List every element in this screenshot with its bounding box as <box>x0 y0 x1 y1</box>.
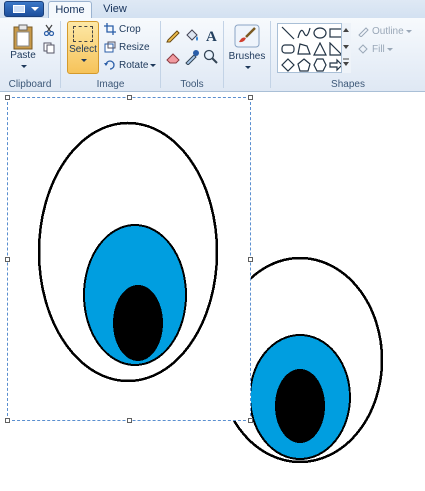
chevron-down-icon <box>21 64 27 68</box>
brushes-button[interactable]: Brushes <box>228 22 266 74</box>
gallery-scroll-arrows-icon <box>343 28 349 66</box>
selection-handle-right[interactable] <box>248 257 253 262</box>
pencil-icon[interactable] <box>165 27 181 43</box>
paint-menu-icon <box>13 5 25 13</box>
tab-view[interactable]: View <box>96 1 134 18</box>
fill-button[interactable]: Fill <box>357 42 393 58</box>
resize-icon <box>104 41 116 53</box>
brush-icon <box>234 24 260 48</box>
image-group: Select Crop Resize Rotate Image <box>61 18 160 91</box>
tools-group: A Tools <box>161 18 223 91</box>
selection-handle-top[interactable] <box>127 95 132 100</box>
fill-label: Fill <box>372 44 385 55</box>
selection-rectangle[interactable] <box>7 97 251 421</box>
crop-button[interactable]: Crop <box>104 22 141 38</box>
select-label: Select <box>69 44 97 55</box>
clipboard-group: Paste Clipboard <box>0 18 60 91</box>
chevron-down-icon <box>386 47 393 51</box>
cut-icon[interactable] <box>43 24 55 36</box>
paste-label: Paste <box>10 50 36 61</box>
select-button[interactable]: Select <box>67 21 99 74</box>
rotate-button[interactable]: Rotate <box>104 58 157 74</box>
chevron-down-icon <box>150 63 157 67</box>
rotate-label: Rotate <box>119 60 149 71</box>
resize-label: Resize <box>119 42 150 53</box>
shapes-gallery-scroll[interactable] <box>341 23 351 73</box>
ribbon-tab-strip: Home View <box>0 0 425 19</box>
paste-icon <box>13 24 33 50</box>
crop-icon <box>104 23 116 36</box>
magnifier-icon[interactable] <box>203 49 219 65</box>
polygon-shape-icon[interactable] <box>297 42 311 56</box>
diamond-shape-icon[interactable] <box>281 58 295 72</box>
chevron-down-icon <box>31 7 39 11</box>
brushes-group: Brushes <box>224 18 270 91</box>
tab-home[interactable]: Home <box>48 1 92 18</box>
selection-handle-left[interactable] <box>5 257 10 262</box>
hexagon-shape-icon[interactable] <box>313 58 327 72</box>
chevron-down-icon <box>81 58 87 62</box>
select-icon <box>73 26 93 42</box>
chevron-down-icon <box>245 65 251 69</box>
selection-handle-top-left[interactable] <box>5 95 10 100</box>
line-shape-icon[interactable] <box>281 26 295 40</box>
paste-button[interactable]: Paste <box>6 22 40 74</box>
text-icon[interactable]: A <box>203 27 219 43</box>
shapes-group-label: Shapes <box>331 79 365 90</box>
pentagon-shape-icon[interactable] <box>297 58 311 72</box>
outline-icon <box>358 27 369 38</box>
chevron-down-icon <box>405 29 412 33</box>
tools-group-label: Tools <box>180 79 204 90</box>
clipboard-group-label: Clipboard <box>8 79 52 90</box>
rounded-rectangle-shape-icon[interactable] <box>281 42 295 56</box>
right-eye-pupil <box>275 369 325 443</box>
fill-icon <box>358 44 368 55</box>
outline-label: Outline <box>372 26 404 37</box>
selection-handle-top-right[interactable] <box>248 95 253 100</box>
oval-shape-icon[interactable] <box>313 26 327 40</box>
color-picker-icon[interactable] <box>184 49 200 65</box>
selection-handle-bottom[interactable] <box>127 418 132 423</box>
selection-handle-bottom-right[interactable] <box>248 418 253 423</box>
eraser-icon[interactable] <box>165 49 181 65</box>
copy-icon[interactable] <box>43 42 55 54</box>
paint-menu-button[interactable] <box>4 1 44 17</box>
selection-handle-bottom-left[interactable] <box>5 418 10 423</box>
fill-bucket-icon[interactable] <box>184 27 200 43</box>
canvas-area[interactable] <box>0 92 425 491</box>
crop-label: Crop <box>119 24 141 35</box>
image-group-label: Image <box>96 79 125 90</box>
triangle-shape-icon[interactable] <box>313 42 327 56</box>
svg-text:A: A <box>206 29 217 43</box>
brushes-label: Brushes <box>228 51 266 62</box>
resize-button[interactable]: Resize <box>104 40 150 56</box>
outline-button[interactable]: Outline <box>357 24 412 40</box>
ribbon: Paste Clipboard Select Crop Resize Rotat… <box>0 18 425 92</box>
curve-shape-icon[interactable] <box>297 26 311 40</box>
shapes-gallery <box>277 23 351 73</box>
rotate-icon <box>104 60 115 71</box>
